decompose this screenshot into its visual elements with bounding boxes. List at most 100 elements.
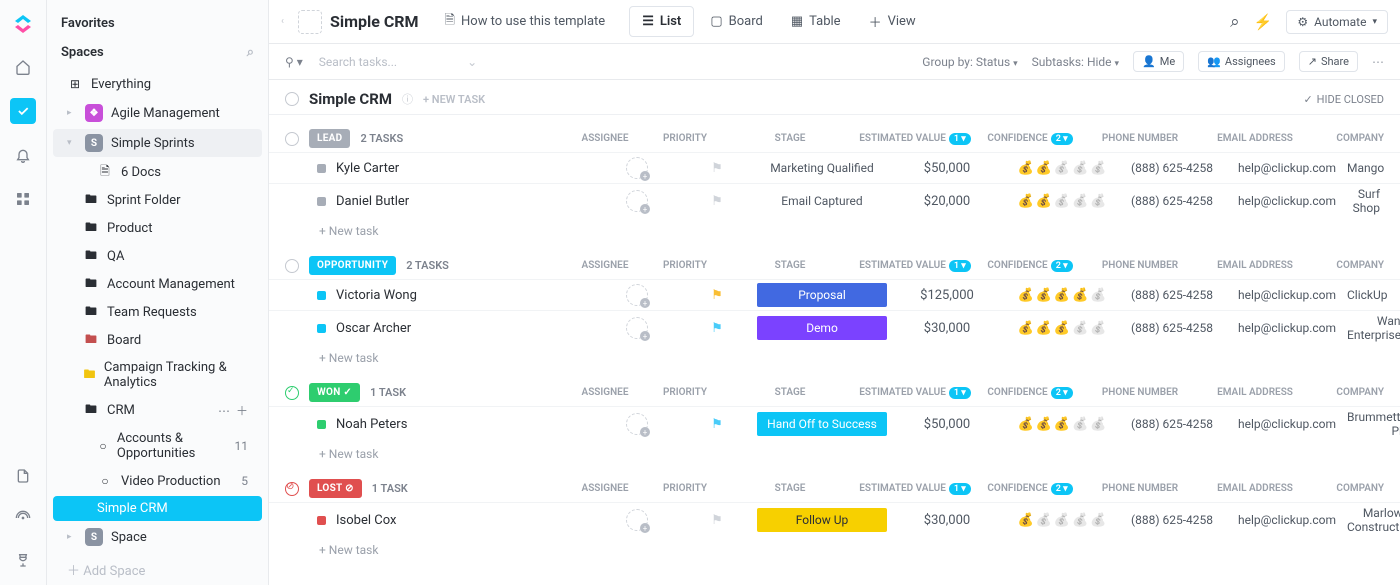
stage-cell[interactable]: Marketing Qualified [757,156,887,180]
company[interactable]: ClickUp [1347,288,1392,302]
col-company[interactable]: COMPANY [1315,387,1384,398]
estimated-value[interactable]: $50,000 [887,161,1007,176]
sidebar-accounts-opp[interactable]: ○Accounts & Opportunities11 [53,426,262,466]
email[interactable]: help@clickup.com [1227,513,1347,527]
add-task-button[interactable]: + New task [269,345,1400,369]
assignee-placeholder[interactable] [626,413,648,435]
sidebar-account-mgmt[interactable]: 🖿Account Management [53,271,262,297]
phone[interactable]: (888) 625-4258 [1117,417,1227,431]
sidebar-simple-crm[interactable]: Simple CRM [53,496,262,521]
col-priority[interactable]: PRIORITY [645,133,725,144]
col-stage[interactable]: STAGE [725,387,855,398]
priority-flag[interactable]: ⚑ [677,161,757,176]
priority-flag[interactable]: ⚑ [677,194,757,209]
confidence[interactable]: 💰💰💰💰💰 [1007,288,1117,303]
chevron-down-icon[interactable]: ⌄ [467,55,477,69]
col-assignee[interactable]: ASSIGNEE [565,483,645,494]
email[interactable]: help@clickup.com [1227,161,1347,175]
estimated-value[interactable]: $50,000 [887,417,1007,432]
share-button[interactable]: ↗ Share [1299,51,1358,72]
new-task-button[interactable]: + NEW TASK [423,93,485,106]
col-stage[interactable]: STAGE [725,483,855,494]
search-spaces-icon[interactable]: ⌕ [247,45,254,60]
estimated-value[interactable]: $20,000 [887,194,1007,209]
task-row[interactable]: Isobel Cox⚑Follow Up$30,000💰💰💰💰💰(888) 62… [269,502,1400,537]
bolt-icon[interactable]: ⚡ [1254,13,1273,31]
priority-flag[interactable]: ⚑ [677,288,757,303]
estimated-value[interactable]: $30,000 [887,321,1007,336]
group-toggle-icon[interactable] [285,386,299,400]
company[interactable]: Marlowe Constructio [1347,506,1400,534]
phone[interactable]: (888) 625-4258 [1117,288,1227,302]
col-conf[interactable]: CONFIDENCE2 ▾ [975,387,1085,398]
sidebar-agile[interactable]: ▸❖Agile Management [53,99,262,127]
company[interactable]: Surf Shop [1347,187,1384,215]
collapse-sidebar-icon[interactable]: ‹ [281,16,284,27]
col-stage[interactable]: STAGE [725,133,855,144]
howto-link[interactable]: 🗎How to use this template [433,11,618,33]
group-toggle-icon[interactable] [285,259,299,273]
task-row[interactable]: Oscar Archer⚑Demo$30,000💰💰💰💰💰(888) 625-4… [269,310,1400,345]
add-view[interactable]: ＋View [857,6,928,37]
estimated-value[interactable]: $30,000 [887,513,1007,528]
filter-icon[interactable]: ⚲ ▾ [285,55,303,69]
search-icon[interactable]: ⌕ [1230,12,1240,32]
sidebar-space[interactable]: ▸SSpace [53,523,262,551]
stage-cell[interactable]: Demo [757,316,887,340]
sidebar-sprint-folder[interactable]: 🖿Sprint Folder [53,187,262,213]
email[interactable]: help@clickup.com [1227,321,1347,335]
assignees-filter[interactable]: 👥 Assignees [1198,51,1285,72]
logo-icon[interactable] [11,12,35,36]
page-icon-placeholder[interactable] [298,10,322,34]
assignee-placeholder[interactable] [626,317,648,339]
phone[interactable]: (888) 625-4258 [1117,194,1227,208]
col-stage[interactable]: STAGE [725,260,855,271]
sidebar-docs[interactable]: 🗎6 Docs [53,159,262,185]
col-email[interactable]: EMAIL ADDRESS [1195,387,1315,398]
add-task-button[interactable]: + New task [269,218,1400,242]
stage-cell[interactable]: Proposal [757,283,887,307]
col-email[interactable]: EMAIL ADDRESS [1195,260,1315,271]
sidebar-video-production[interactable]: ○Video Production5 [53,468,262,494]
col-phone[interactable]: PHONE NUMBER [1085,387,1195,398]
automate-button[interactable]: ⚙Automate▾ [1286,10,1388,34]
assignee-placeholder[interactable] [626,157,648,179]
sidebar-product[interactable]: 🖿Product [53,215,262,241]
company[interactable]: Wang Enterprises [1347,314,1400,342]
col-phone[interactable]: PHONE NUMBER [1085,133,1195,144]
stage-cell[interactable]: Email Captured [757,189,887,213]
col-email[interactable]: EMAIL ADDRESS [1195,133,1315,144]
assignee-placeholder[interactable] [626,509,648,531]
hide-closed-toggle[interactable]: ✓ HIDE CLOSED [1303,93,1384,106]
group-toggle-icon[interactable] [285,132,299,146]
col-priority[interactable]: PRIORITY [645,260,725,271]
phone[interactable]: (888) 625-4258 [1117,513,1227,527]
email[interactable]: help@clickup.com [1227,288,1347,302]
sidebar-team-requests[interactable]: 🖿Team Requests [53,299,262,325]
sidebar-campaign[interactable]: 🖿Campaign Tracking & Analytics [53,355,262,395]
confidence[interactable]: 💰💰💰💰💰 [1007,513,1117,528]
goals-icon[interactable] [10,547,36,573]
tasks-icon[interactable] [10,98,36,124]
sidebar-board[interactable]: 🖿Board [53,327,262,353]
col-priority[interactable]: PRIORITY [645,387,725,398]
col-assignee[interactable]: ASSIGNEE [565,260,645,271]
col-conf[interactable]: CONFIDENCE2 ▾ [975,483,1085,494]
confidence[interactable]: 💰💰💰💰💰 [1007,194,1117,209]
priority-flag[interactable]: ⚑ [677,321,757,336]
phone[interactable]: (888) 625-4258 [1117,161,1227,175]
more-icon[interactable]: ⋯ ＋ [218,402,248,419]
priority-flag[interactable]: ⚑ [677,513,757,528]
home-icon[interactable] [10,54,36,80]
docs-icon[interactable] [10,463,36,489]
me-filter[interactable]: 👤 Me [1133,51,1184,72]
email[interactable]: help@clickup.com [1227,417,1347,431]
col-est[interactable]: ESTIMATED VALUE1 ▾ [855,260,975,271]
task-row[interactable]: Noah Peters⚑Hand Off to Success$50,000💰💰… [269,406,1400,441]
col-company[interactable]: COMPANY [1315,133,1384,144]
subtasks-select[interactable]: Subtasks: Hide ▾ [1032,55,1119,69]
search-tasks-input[interactable]: Search tasks... [319,55,397,69]
add-task-button[interactable]: + New task [269,537,1400,561]
spaces-header[interactable]: Spaces⌕ [47,41,268,70]
sidebar-sprints[interactable]: ▾SSimple Sprints [53,129,262,157]
